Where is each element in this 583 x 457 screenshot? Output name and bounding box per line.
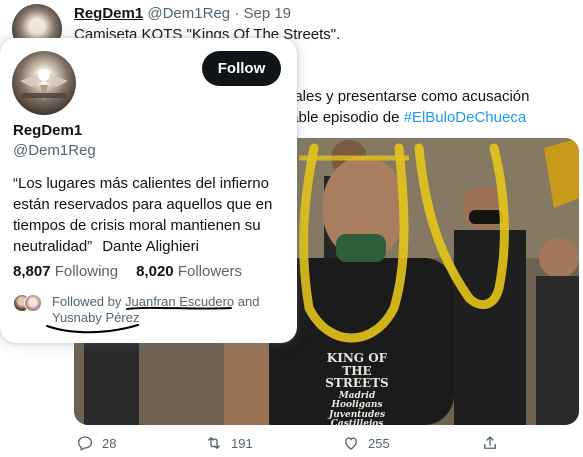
hover-card-handle[interactable]: @Dem1Reg xyxy=(13,142,96,159)
following-label: Following xyxy=(54,263,119,280)
mutual-follower-avatars xyxy=(13,294,43,314)
reply-icon xyxy=(77,436,93,451)
hover-card-name[interactable]: RegDem1 xyxy=(13,122,82,139)
like-icon xyxy=(345,437,357,450)
tweet-date[interactable]: Sep 19 xyxy=(243,5,291,22)
followers-link[interactable]: 8,020 Followers xyxy=(136,263,242,280)
profile-hover-card: Follow RegDem1 @Dem1Reg “Los lugares más… xyxy=(0,38,297,343)
mutual-avatar-2 xyxy=(24,294,42,312)
followed-by-and: and xyxy=(237,294,260,309)
hover-card-bio: “Los lugares más calientes del infierno … xyxy=(13,173,288,257)
shirt-print-title: KING OF THE STREETS xyxy=(325,351,389,391)
tweet-actions: 28 191 255 xyxy=(0,436,583,456)
followed-by-user-2[interactable]: Yusnaby Pérez xyxy=(52,310,139,325)
share-button[interactable] xyxy=(481,434,499,452)
tweet-text-line-2: gales y presentarse como acusación xyxy=(286,88,530,105)
follow-button[interactable]: Follow xyxy=(202,51,281,86)
tweet-header: RegDem1 @Dem1Reg · Sep 19 xyxy=(74,5,291,22)
reply-button[interactable]: 28 xyxy=(76,434,116,452)
hashtag-link[interactable]: #ElBuloDeChueca xyxy=(404,109,527,126)
tweet-text-line-3: table episodio de #ElBuloDeChueca xyxy=(286,109,526,126)
followers-label: Followers xyxy=(177,263,242,280)
tweet-text-line-3-prefix: table episodio de xyxy=(286,109,404,126)
retweet-count: 191 xyxy=(231,435,253,451)
followed-by-text[interactable]: Followed by Juanfran Escudero and Yusnab… xyxy=(52,294,287,326)
retweet-button[interactable]: 191 xyxy=(205,434,253,452)
like-count: 255 xyxy=(368,435,390,451)
following-link[interactable]: 8,807 Following xyxy=(13,263,118,280)
hover-card-stats: 8,807 Following 8,020 Followers xyxy=(13,263,242,280)
tweet-author-handle[interactable]: @Dem1Reg xyxy=(147,5,230,22)
like-button[interactable]: 255 xyxy=(342,434,390,452)
bio-quote-author: Dante Alighieri xyxy=(102,238,199,255)
retweet-icon xyxy=(208,437,220,449)
tweet-author-name[interactable]: RegDem1 xyxy=(74,5,143,22)
share-icon xyxy=(484,436,496,449)
following-count: 8,807 xyxy=(13,263,51,280)
followers-count: 8,020 xyxy=(136,263,174,280)
reply-count: 28 xyxy=(102,435,117,451)
shirt-print-subtitle: Madrid Hooligans Juventudes Castillejos xyxy=(328,391,386,425)
followed-by-user-1[interactable]: Juanfran Escudero xyxy=(125,294,234,309)
followed-by-prefix: Followed by xyxy=(52,294,122,309)
eagle-emblem-icon xyxy=(20,69,68,101)
hover-card-avatar[interactable] xyxy=(12,51,76,115)
header-separator: · xyxy=(234,5,240,22)
